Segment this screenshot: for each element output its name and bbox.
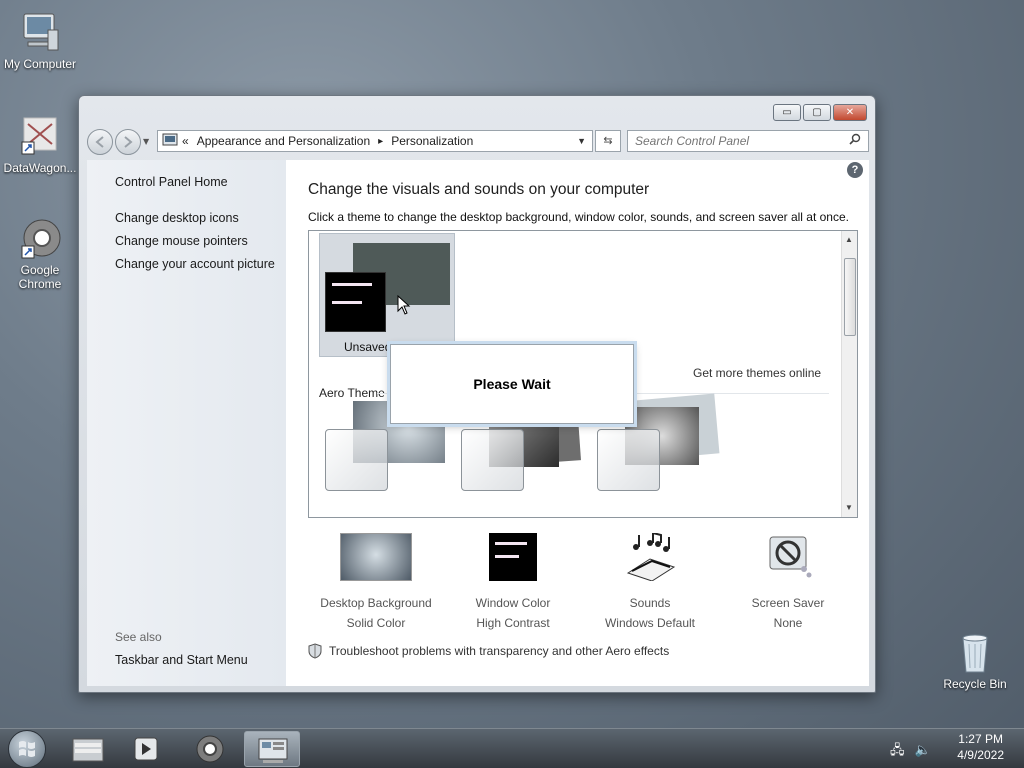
change-account-picture-link[interactable]: Change your account picture (115, 257, 275, 271)
refresh-icon: ⇆ (603, 134, 613, 147)
media-player-icon (134, 737, 158, 761)
troubleshoot-aero-link[interactable]: Troubleshoot problems with transparency … (308, 643, 669, 659)
desktop-icon-label: Google Chrome (18, 263, 62, 291)
address-chevron[interactable]: « (178, 134, 193, 148)
breadcrumb-appearance-and-personalization[interactable]: Appearance and Personalization (193, 134, 374, 148)
desktop-background-icon (340, 533, 412, 581)
please-wait-dialog: Please Wait (390, 344, 634, 424)
address-dropdown-icon[interactable]: ▼ (577, 136, 586, 146)
volume-icon[interactable]: 🔈 (915, 743, 931, 758)
sounds-option[interactable]: Sounds Windows Default (582, 531, 718, 633)
get-more-themes-link[interactable]: Get more themes online (693, 366, 821, 380)
search-input[interactable] (627, 130, 869, 152)
navigation-bar: ▼ « Appearance and Personalization ▸ Per… (87, 129, 869, 155)
page-subtitle: Click a theme to change the desktop back… (308, 210, 849, 224)
computer-icon (18, 10, 62, 54)
theme-glass-preview (461, 429, 524, 491)
aero-theme-thumbnails (323, 393, 743, 511)
taskbar-media-player[interactable] (118, 731, 174, 767)
desktop-icon-label: Recycle Bin (943, 677, 1007, 691)
desktop-icon-my-computer[interactable]: My Computer (0, 10, 80, 71)
window-color-option[interactable]: Window Color High Contrast (445, 533, 581, 633)
desktop-icon-google-chrome[interactable]: Google Chrome (0, 216, 80, 291)
left-task-pane: Control Panel Home Change desktop icons … (87, 160, 286, 686)
page-title: Change the visuals and sounds on your co… (308, 181, 650, 198)
change-desktop-icons-link[interactable]: Change desktop icons (115, 211, 239, 225)
clock-time: 1:27 PM (958, 732, 1003, 746)
sounds-icon (614, 531, 686, 582)
desktop-background-option[interactable]: Desktop Background Solid Color (308, 533, 444, 633)
breadcrumb-personalization[interactable]: Personalization (387, 134, 477, 148)
close-button[interactable]: ✕ (833, 104, 867, 121)
option-title: Window Color (475, 596, 551, 610)
scroll-up-icon[interactable]: ▲ (845, 235, 853, 244)
minimize-button[interactable]: ▭ (773, 104, 801, 121)
desktop-icon-label: My Computer (3, 57, 77, 71)
scrollbar-thumb[interactable] (844, 258, 856, 336)
taskbar-and-start-menu-link[interactable]: Taskbar and Start Menu (115, 653, 248, 667)
help-icon[interactable]: ? (847, 162, 863, 178)
option-value: None (773, 616, 803, 630)
option-value: High Contrast (476, 616, 550, 630)
chrome-icon (18, 216, 62, 260)
control-panel-icon (258, 738, 288, 763)
control-panel-icon (162, 133, 178, 150)
address-bar[interactable]: « Appearance and Personalization ▸ Perso… (157, 130, 593, 152)
maximize-button[interactable]: ▢ (803, 104, 831, 121)
desktop-icon-recycle-bin[interactable]: Recycle Bin (935, 630, 1015, 691)
windows-logo-icon (19, 741, 35, 757)
taskbar-file-explorer[interactable] (60, 731, 116, 767)
window-color-icon (489, 533, 537, 581)
forward-button[interactable] (115, 129, 141, 155)
system-tray-icons: 🖧 🔈 (890, 741, 931, 763)
shield-icon (308, 643, 322, 659)
network-icon[interactable]: 🖧 (890, 743, 905, 758)
search-icon[interactable] (849, 133, 861, 148)
breadcrumb-separator[interactable]: ▸ (374, 136, 387, 147)
mouse-cursor-icon (397, 294, 411, 318)
recent-pages-dropdown-icon[interactable]: ▼ (143, 137, 149, 146)
theme-glass-preview (325, 429, 388, 491)
change-mouse-pointers-link[interactable]: Change mouse pointers (115, 234, 248, 248)
chrome-icon (196, 735, 224, 763)
shortcut-icon (18, 114, 62, 158)
recycle-bin-icon (953, 630, 997, 674)
control-panel-home-link[interactable]: Control Panel Home (115, 175, 228, 189)
start-button[interactable] (8, 730, 46, 768)
aero-themes-heading: Aero Theme (319, 386, 385, 400)
theme-glass-preview (597, 429, 660, 491)
scroll-down-icon[interactable]: ▼ (845, 503, 853, 512)
back-arrow-icon (95, 136, 104, 148)
option-title: Desktop Background (320, 596, 432, 610)
screen-saver-option[interactable]: Screen Saver None (720, 533, 856, 633)
clock[interactable]: 1:27 PM 4/9/2022 (957, 732, 1004, 762)
taskbar-chrome[interactable] (182, 731, 238, 767)
theme-list-scrollbar[interactable]: ▲ ▼ (841, 231, 857, 517)
refresh-button[interactable]: ⇆ (595, 130, 621, 152)
desktop-icon-datawagon[interactable]: DataWagon... (0, 114, 80, 175)
please-wait-text: Please Wait (473, 376, 551, 392)
clock-date: 4/9/2022 (957, 748, 1004, 762)
caption-buttons: ▭ ▢ ✕ (771, 104, 867, 121)
desktop-icon-label: DataWagon... (3, 161, 77, 175)
taskbar: 🖧 🔈 1:27 PM 4/9/2022 (0, 728, 1024, 768)
screen-saver-icon (752, 533, 824, 581)
taskbar-control-panel[interactable] (244, 731, 300, 767)
forward-arrow-icon (124, 136, 133, 148)
option-title: Sounds (629, 596, 671, 610)
option-title: Screen Saver (751, 596, 825, 610)
option-value: Windows Default (604, 616, 696, 630)
unsaved-theme-tile[interactable]: Unsaved (319, 233, 455, 357)
theme-window-preview (325, 272, 386, 332)
see-also-heading: See also (115, 630, 162, 644)
theme-settings-row: Desktop Background Solid Color Window Co… (308, 531, 858, 633)
back-button[interactable] (87, 129, 113, 155)
folder-icon (72, 738, 104, 762)
unsaved-theme-label: Unsaved (344, 340, 392, 354)
option-value: Solid Color (346, 616, 406, 630)
troubleshoot-link-text: Troubleshoot problems with transparency … (329, 644, 670, 658)
